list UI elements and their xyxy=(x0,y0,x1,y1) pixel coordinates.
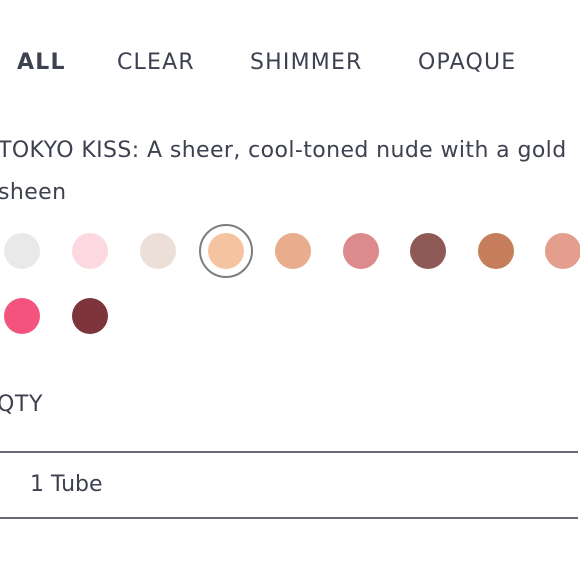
shade-swatch-9[interactable] xyxy=(545,233,580,269)
shade-description-container: TOKYO KISS: A sheer, cool-toned nude wit… xyxy=(0,130,580,220)
tab-all[interactable]: ALL xyxy=(17,50,66,75)
finish-filter-tabs: ALL CLEAR SHIMMER OPAQUE xyxy=(0,50,580,80)
quantity-select[interactable]: 1 Tube xyxy=(0,451,578,519)
shade-swatch-2[interactable] xyxy=(72,233,108,269)
shade-swatch-1[interactable] xyxy=(4,233,40,269)
shade-swatch-6[interactable] xyxy=(343,233,379,269)
quantity-selected-value: 1 Tube xyxy=(30,472,103,497)
shade-swatch-4[interactable] xyxy=(199,224,253,278)
shade-swatch-10[interactable] xyxy=(4,298,40,334)
product-options-panel: ALL CLEAR SHIMMER OPAQUE TOKYO KISS: A s… xyxy=(0,0,580,579)
shade-swatch-11[interactable] xyxy=(72,298,108,334)
tab-shimmer[interactable]: SHIMMER xyxy=(250,50,363,75)
tab-clear[interactable]: CLEAR xyxy=(117,50,195,75)
shade-swatch-5[interactable] xyxy=(275,233,311,269)
quantity-label: QTY xyxy=(0,392,43,417)
shade-swatch-3[interactable] xyxy=(140,233,176,269)
shade-description: TOKYO KISS: A sheer, cool-toned nude wit… xyxy=(0,138,567,205)
tab-opaque[interactable]: OPAQUE xyxy=(418,50,516,75)
shade-swatch-8[interactable] xyxy=(478,233,514,269)
shade-swatch-7[interactable] xyxy=(410,233,446,269)
